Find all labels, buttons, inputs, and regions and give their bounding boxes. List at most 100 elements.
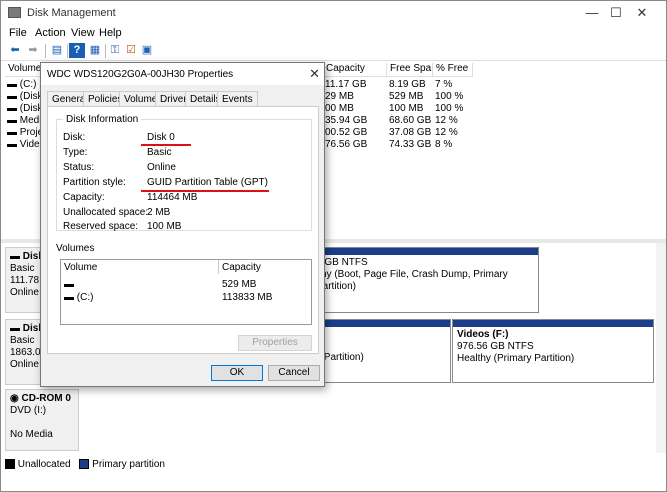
back-icon[interactable]: ⬅ xyxy=(7,43,23,58)
toolbar-separator xyxy=(67,44,68,58)
list-view-icon[interactable]: ▤ xyxy=(49,43,65,58)
partition-size: 7 GB NTFS xyxy=(316,257,368,268)
table-row[interactable]: ▬ (Disk xyxy=(7,103,43,115)
partition-status: Healthy (Primary Partition) xyxy=(457,353,575,364)
percent-free-cell: 100 % xyxy=(435,91,464,102)
partition-disk1-left[interactable]: y Partition) xyxy=(311,319,451,383)
type-value: Basic xyxy=(147,147,172,158)
capacity-cell: 00.52 GB xyxy=(325,127,368,138)
list-item[interactable]: ▬ xyxy=(64,279,74,290)
percent-free-cell: 12 % xyxy=(435,115,458,126)
properties-icon[interactable]: ▣ xyxy=(139,43,155,58)
disk-status: No Media xyxy=(10,429,53,440)
menu-file[interactable]: File xyxy=(9,27,27,39)
capacity-cell: 00 MB xyxy=(325,103,354,114)
list-item[interactable]: ▬ (C:) xyxy=(64,292,93,303)
status-value: Online xyxy=(147,162,176,173)
partition-c[interactable]: 7 GB NTFS lthy (Boot, Page File, Crash D… xyxy=(311,247,539,313)
disk-number-value: Disk 0 xyxy=(147,132,175,143)
legend: Unallocated Primary partition xyxy=(5,459,165,473)
volume-icon: ▬ xyxy=(7,127,20,138)
free-space-cell: 8.19 GB xyxy=(389,79,426,90)
toolbar: ⬅ ➡ ▤ ? ▦ ⚿ ☑ ▣ xyxy=(1,41,666,61)
cdrom-label[interactable]: ◉ CD-ROM 0 DVD (I:) No Media xyxy=(5,389,79,451)
capacity-cell: 29 MB xyxy=(325,91,354,102)
properties-button[interactable]: Properties xyxy=(238,335,312,351)
volumes-heading: Volumes xyxy=(56,243,95,254)
legend-primary: Primary partition xyxy=(92,459,165,470)
toolbar-separator xyxy=(45,44,46,58)
forward-icon[interactable]: ➡ xyxy=(25,43,41,58)
partition-header xyxy=(453,320,653,327)
tab-events[interactable]: Events xyxy=(217,91,258,107)
window-title: Disk Management xyxy=(27,7,116,19)
volumes-list[interactable]: Volume Capacity ▬ 529 MB ▬ (C:) 113833 M… xyxy=(60,259,312,325)
capacity-cell: 11.17 GB xyxy=(325,79,367,90)
cdrom-icon: ◉ xyxy=(10,393,22,404)
table-row[interactable]: ▬ (C:) xyxy=(7,79,36,91)
volumes-column-volume[interactable]: Volume xyxy=(61,260,219,274)
dialog-title-bar: WDC WDS120G2G0A-00JH30 Properties ✕ xyxy=(41,63,324,85)
partition-header xyxy=(312,248,538,255)
cancel-button[interactable]: Cancel xyxy=(268,365,320,381)
help-icon[interactable]: ? xyxy=(69,43,85,58)
menu-view[interactable]: View xyxy=(71,27,95,39)
free-space-cell: 100 MB xyxy=(389,103,424,114)
volume-icon: ▬ xyxy=(7,91,20,102)
volume-icon: ▬ xyxy=(7,79,20,90)
unallocated-value: 2 MB xyxy=(147,207,171,218)
partition-status: y Partition) xyxy=(316,352,364,363)
capacity-cell: 76.56 GB xyxy=(325,139,368,150)
column-percent-free[interactable]: % Free xyxy=(433,63,473,77)
percent-free-cell: 7 % xyxy=(435,79,453,90)
volume-icon: ▬ xyxy=(7,103,20,114)
free-space-cell: 37.08 GB xyxy=(389,127,432,138)
disk-type: DVD (I:) xyxy=(10,405,47,416)
capacity-value: 114464 MB xyxy=(147,192,198,203)
free-space-cell: 68.60 GB xyxy=(389,115,432,126)
field-label: Status: xyxy=(63,162,95,173)
free-space-cell: 74.33 GB xyxy=(389,139,432,150)
check-icon[interactable]: ☑ xyxy=(123,43,139,58)
percent-free-cell: 100 % xyxy=(435,103,464,114)
vertical-scrollbar[interactable] xyxy=(656,243,666,453)
close-button[interactable]: ✕ xyxy=(619,1,665,25)
menu-help[interactable]: Help xyxy=(99,27,122,39)
partition-header xyxy=(312,320,450,327)
volume-icon: ▬ xyxy=(7,139,20,150)
field-label: Unallocated space: xyxy=(63,207,149,218)
volumes-column-capacity[interactable]: Capacity xyxy=(219,260,311,274)
field-label: Partition style: xyxy=(63,177,126,188)
percent-free-cell: 8 % xyxy=(435,139,453,150)
dialog-close-icon[interactable]: ✕ xyxy=(309,66,320,82)
cdrom-area xyxy=(81,389,653,451)
legend-unallocated: Unallocated xyxy=(17,459,71,470)
volumes-tab-page: Disk Information Disk: Disk 0 Type: Basi… xyxy=(47,106,319,354)
partition-videos[interactable]: Videos (F:) 976.56 GB NTFS Healthy (Prim… xyxy=(452,319,654,383)
disk-icon: ▬ xyxy=(10,323,23,334)
red-underline xyxy=(141,144,191,146)
field-label: Disk: xyxy=(63,132,86,143)
volume-icon: ▬ xyxy=(64,279,74,290)
field-label: Capacity: xyxy=(63,192,105,203)
column-capacity[interactable]: Capacity xyxy=(323,63,387,77)
free-space-cell: 529 MB xyxy=(389,91,424,102)
menu-bar: File Action View Help xyxy=(1,25,666,41)
unallocated-swatch xyxy=(5,459,15,470)
toolbar-separator xyxy=(105,44,106,58)
title-bar: Disk Management — ☐ ✕ xyxy=(1,1,666,25)
partition-name: Videos (F:) xyxy=(457,329,509,340)
table-row[interactable]: ▬ (Disk xyxy=(7,91,43,103)
volume-capacity: 113833 MB xyxy=(222,292,273,303)
console-icon[interactable]: ▦ xyxy=(87,43,103,58)
partition-status: lthy (Boot, Page File, Crash Dump, Prima… xyxy=(316,269,508,292)
key-icon[interactable]: ⚿ xyxy=(107,43,123,58)
ok-button[interactable]: OK xyxy=(211,365,263,381)
volume-capacity: 529 MB xyxy=(222,279,257,290)
column-free-space[interactable]: Free Spa xyxy=(387,63,433,77)
partition-size: 976.56 GB NTFS xyxy=(457,341,534,352)
properties-dialog: WDC WDS120G2G0A-00JH30 Properties ✕ Gene… xyxy=(40,62,325,387)
field-label: Type: xyxy=(63,147,88,158)
menu-action[interactable]: Action xyxy=(35,27,66,39)
volume-icon: ▬ xyxy=(64,292,77,303)
